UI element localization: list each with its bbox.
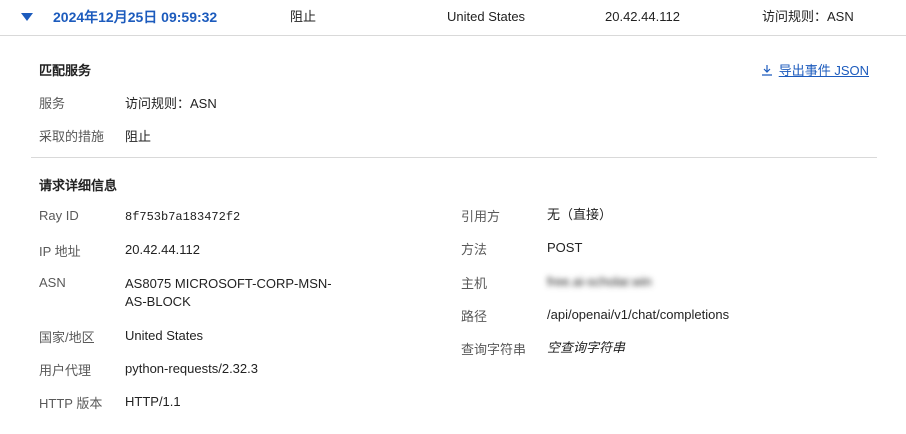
event-service: 访问规则：ASN — [762, 9, 854, 24]
match-section-title: 匹配服务 — [39, 63, 92, 78]
export-json-label: 导出事件 JSON — [778, 63, 869, 78]
event-timestamp: 2024年12月25日 09:59:32 — [53, 9, 218, 25]
event-action: 阻止 — [290, 9, 317, 24]
field-value: 20.42.44.112 — [125, 242, 200, 257]
field-label: 查询字符串 — [461, 342, 527, 357]
field-label: HTTP 版本 — [39, 396, 103, 411]
field-label: 国家/地区 — [39, 330, 95, 345]
section-divider — [31, 157, 877, 158]
request-section-title: 请求详细信息 — [39, 178, 118, 193]
field-value: /api/openai/v1/chat/completions — [547, 307, 730, 322]
export-json-link[interactable]: 导出事件 JSON — [761, 60, 869, 79]
field-value: 空查询字符串 — [547, 340, 626, 355]
field-label: 主机 — [461, 276, 488, 291]
field-label: 服务 — [39, 96, 66, 111]
download-icon — [761, 64, 773, 76]
field-label: 采取的措施 — [39, 129, 105, 144]
chevron-down-icon[interactable] — [20, 10, 34, 24]
field-label: 方法 — [461, 242, 488, 257]
field-value: 无（直接） — [547, 207, 613, 222]
field-label: 引用方 — [461, 209, 501, 224]
event-summary-row[interactable]: 2024年12月25日 09:59:32 阻止 United States 20… — [0, 0, 906, 36]
field-label: ASN — [39, 275, 66, 290]
field-value: United States — [125, 328, 204, 343]
field-value: POST — [547, 240, 583, 255]
field-value: 阻止 — [125, 129, 152, 144]
field-label: 用户代理 — [39, 363, 92, 378]
field-value: free.ai-scholar.win — [547, 274, 652, 289]
event-country: United States — [447, 9, 526, 24]
field-value: HTTP/1.1 — [125, 394, 181, 409]
field-value: python-requests/2.32.3 — [125, 361, 258, 376]
field-value: 访问规则：ASN — [125, 96, 217, 111]
field-value: 8f753b7a183472f2 — [125, 210, 241, 224]
field-label: Ray ID — [39, 208, 79, 223]
field-value: AS8075 MICROSOFT-CORP-MSN-AS-BLOCK — [125, 276, 332, 309]
field-label: 路径 — [461, 309, 488, 324]
field-label: IP 地址 — [39, 244, 81, 259]
event-ip: 20.42.44.112 — [605, 9, 680, 24]
